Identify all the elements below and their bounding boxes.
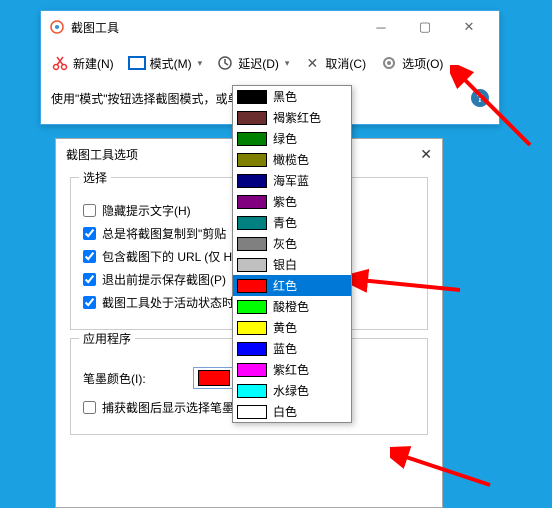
delay-label: 延迟(D) [238,55,279,72]
color-swatch [237,363,267,377]
close-icon[interactable]: ✕ [420,146,432,163]
color-option[interactable]: 紫色 [233,191,351,212]
color-label: 黑色 [273,88,297,105]
color-option[interactable]: 海军蓝 [233,170,351,191]
color-label: 紫红色 [273,361,309,378]
minimize-button[interactable]: ─ [359,13,403,41]
color-swatch [237,300,267,314]
cb-hide-hint-label: 隐藏提示文字(H) [102,202,191,219]
cb-copy-clip[interactable] [83,227,96,240]
color-swatch [237,195,267,209]
color-swatch [237,384,267,398]
color-option[interactable]: 青色 [233,212,351,233]
color-option[interactable]: 紫红色 [233,359,351,380]
color-option[interactable]: 橄榄色 [233,149,351,170]
color-swatch [237,216,267,230]
color-option[interactable]: 银白 [233,254,351,275]
group-app-title: 应用程序 [79,330,135,347]
color-label: 灰色 [273,235,297,252]
color-swatch [237,279,267,293]
cb-include-url[interactable] [83,250,96,263]
titlebar: 截图工具 ─ ▢ ✕ [41,11,499,43]
color-swatch [237,405,267,419]
cb-copy-clip-label: 总是将截图复制到"剪贴 [102,225,226,242]
mode-button[interactable]: 模式(M) ▾ [122,50,209,76]
annotation-arrow [390,445,500,495]
new-label: 新建(N) [73,55,114,72]
chevron-down-icon: ▾ [198,58,203,69]
color-option[interactable]: 蓝色 [233,338,351,359]
color-swatch [237,132,267,146]
color-swatch [237,237,267,251]
window-title: 截图工具 [71,19,359,36]
annotation-arrow [350,250,470,300]
color-swatch [237,111,267,125]
maximize-button[interactable]: ▢ [403,13,447,41]
delay-button[interactable]: 延迟(D) ▾ [210,50,295,76]
color-option[interactable]: 灰色 [233,233,351,254]
color-swatch [237,342,267,356]
color-swatch [237,321,267,335]
cancel-button[interactable]: ✕ 取消(C) [297,50,372,76]
color-option[interactable]: 红色 [233,275,351,296]
cb-active-state-label: 截图工具处于活动状态时 [102,294,234,311]
cb-hide-hint[interactable] [83,204,96,217]
color-label: 红色 [273,277,297,294]
options-button[interactable]: 选项(O) [374,50,449,76]
new-button[interactable]: 新建(N) [45,50,120,76]
color-label: 水绿色 [273,382,309,399]
color-option[interactable]: 白色 [233,401,351,422]
ink-color-label: 笔墨颜色(I): [83,370,193,387]
cb-prompt-save[interactable] [83,273,96,286]
rectangle-icon [128,54,146,72]
cb-show-ink-label: 捕获截图后显示选择笔墨(O) [102,399,251,416]
cb-prompt-save-label: 退出前提示保存截图(P) [102,271,226,288]
group-select-title: 选择 [79,169,111,186]
cb-include-url-label: 包含截图下的 URL (仅 H [102,248,232,265]
hint-text: 使用"模式"按钮选择截图模式，或单 [51,90,240,107]
color-option[interactable]: 水绿色 [233,380,351,401]
color-label: 银白 [273,256,297,273]
color-label: 橄榄色 [273,151,309,168]
color-option[interactable]: 绿色 [233,128,351,149]
clock-icon [216,54,234,72]
color-option[interactable]: 黑色 [233,86,351,107]
scissors-icon [51,54,69,72]
color-label: 紫色 [273,193,297,210]
close-button[interactable]: ✕ [447,13,491,41]
color-option[interactable]: 褐紫红色 [233,107,351,128]
color-label: 绿色 [273,130,297,147]
color-option[interactable]: 黄色 [233,317,351,338]
cancel-icon: ✕ [303,54,321,72]
color-swatch [237,174,267,188]
cb-active-state[interactable] [83,296,96,309]
options-label: 选项(O) [402,55,443,72]
gear-icon [380,54,398,72]
color-label: 白色 [273,403,297,420]
annotation-arrow [450,65,540,155]
color-label: 海军蓝 [273,172,309,189]
color-swatch [237,153,267,167]
color-label: 黄色 [273,319,297,336]
app-icon [49,19,65,35]
color-dropdown[interactable]: 黑色褐紫红色绿色橄榄色海军蓝紫色青色灰色银白红色酸橙色黄色蓝色紫红色水绿色白色 [232,85,352,423]
chevron-down-icon: ▾ [285,58,290,69]
color-label: 酸橙色 [273,298,309,315]
color-label: 青色 [273,214,297,231]
toolbar: 新建(N) 模式(M) ▾ 延迟(D) ▾ ✕ 取消(C) 选项(O) [41,43,499,83]
color-swatch [237,258,267,272]
color-label: 蓝色 [273,340,297,357]
color-label: 褐紫红色 [273,109,321,126]
cancel-label: 取消(C) [325,55,366,72]
combo-swatch [198,370,230,386]
color-option[interactable]: 酸橙色 [233,296,351,317]
window-controls: ─ ▢ ✕ [359,13,491,41]
mode-label: 模式(M) [150,55,192,72]
color-swatch [237,90,267,104]
cb-show-ink[interactable] [83,401,96,414]
dialog-title: 截图工具选项 [66,146,138,163]
